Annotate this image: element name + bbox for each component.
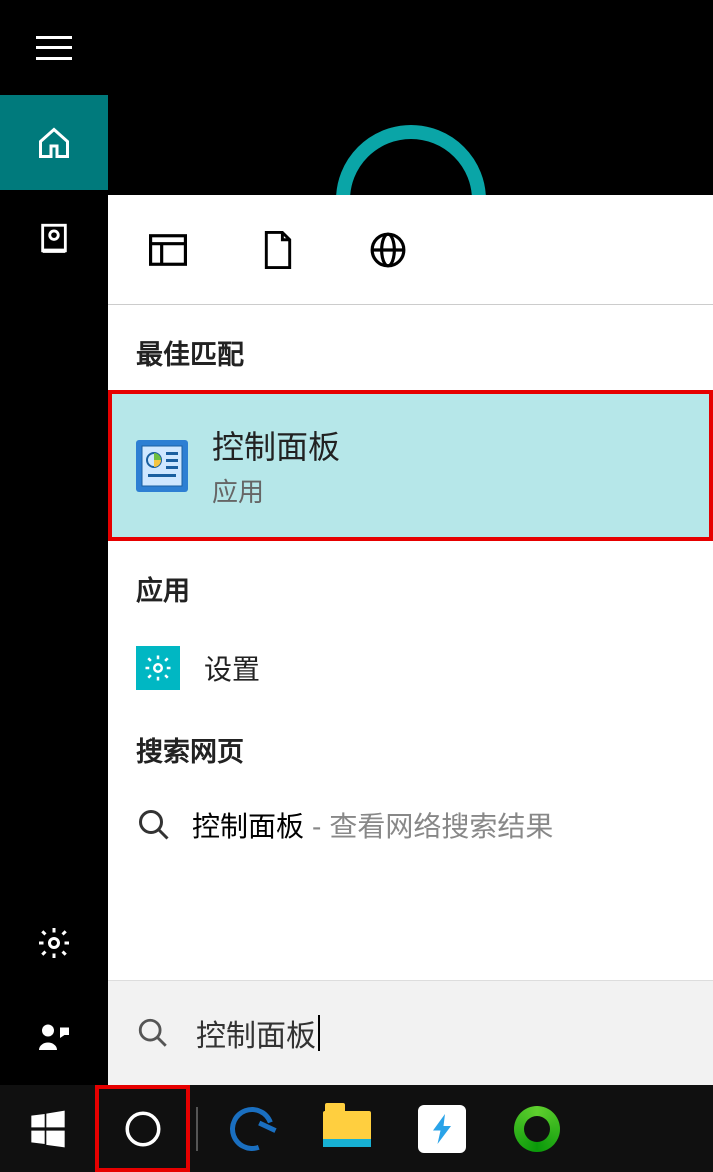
search-icon	[136, 1016, 170, 1050]
result-control-panel[interactable]: 控制面板 应用	[108, 390, 713, 541]
browser-button[interactable]	[489, 1085, 584, 1172]
cortana-header	[108, 0, 713, 195]
section-best-match: 最佳匹配	[108, 325, 713, 390]
notebook-icon	[37, 221, 71, 255]
web-result-text: 控制面板-查看网络搜索结果	[192, 805, 553, 845]
globe-filter-icon	[369, 231, 407, 269]
edge-button[interactable]	[204, 1085, 299, 1172]
apps-filter-icon	[149, 233, 187, 267]
hamburger-icon	[36, 36, 72, 60]
filter-row	[108, 195, 713, 305]
cortana-button[interactable]	[95, 1085, 190, 1172]
home-icon	[36, 125, 72, 161]
folder-icon	[323, 1111, 371, 1147]
feedback-button[interactable]	[0, 990, 108, 1085]
filter-apps[interactable]	[148, 230, 188, 270]
web-extra: 查看网络搜索结果	[329, 811, 553, 842]
feedback-icon	[36, 1020, 72, 1056]
settings-app-icon	[136, 646, 180, 690]
start-button[interactable]	[0, 1085, 95, 1172]
menu-button[interactable]	[0, 0, 108, 95]
filter-documents[interactable]	[258, 230, 298, 270]
results-list: 最佳匹配 控制面板 应用 应用	[108, 305, 713, 980]
home-button[interactable]	[0, 95, 108, 190]
cortana-left-rail	[0, 0, 108, 1085]
xunlei-icon	[418, 1105, 466, 1153]
search-box[interactable]: 控制面板	[108, 980, 713, 1085]
result-settings[interactable]: 设置	[108, 626, 713, 710]
gear-icon	[36, 925, 72, 961]
result-title: 设置	[204, 648, 260, 688]
result-web-search[interactable]: 控制面板-查看网络搜索结果	[108, 787, 713, 863]
section-web: 搜索网页	[108, 710, 713, 787]
edge-icon	[222, 1099, 280, 1157]
explorer-button[interactable]	[299, 1085, 394, 1172]
search-input[interactable]: 控制面板	[196, 1011, 320, 1055]
result-title: 控制面板	[212, 422, 340, 468]
xunlei-button[interactable]	[394, 1085, 489, 1172]
settings-button[interactable]	[0, 895, 108, 990]
green-browser-icon	[514, 1106, 560, 1152]
search-icon	[136, 807, 172, 843]
result-subtitle: 应用	[212, 472, 340, 509]
windows-icon	[28, 1109, 68, 1149]
taskbar-divider	[196, 1107, 198, 1151]
cortana-icon	[122, 1108, 164, 1150]
cortana-ring-icon	[336, 125, 486, 195]
filter-web[interactable]	[368, 230, 408, 270]
taskbar	[0, 1085, 713, 1172]
search-panel: 最佳匹配 控制面板 应用 应用	[108, 0, 713, 1085]
notebook-button[interactable]	[0, 190, 108, 285]
web-query: 控制面板	[192, 811, 304, 842]
section-apps: 应用	[108, 541, 713, 626]
control-panel-icon	[136, 440, 188, 492]
document-filter-icon	[263, 231, 293, 269]
